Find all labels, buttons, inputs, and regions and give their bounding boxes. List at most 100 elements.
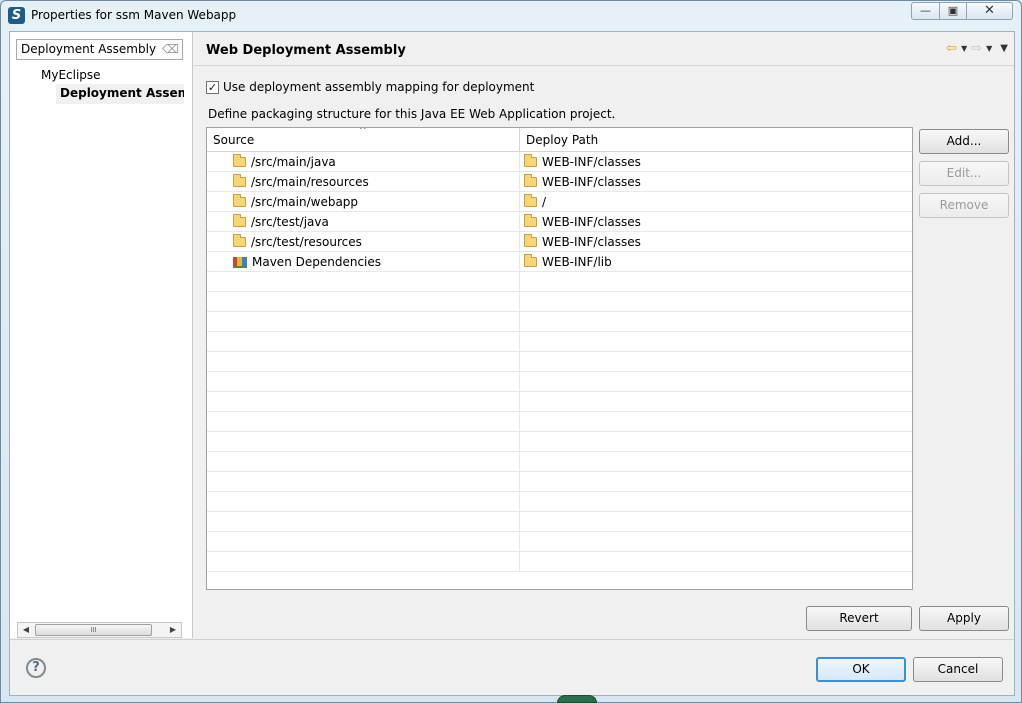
- page-header: Web Deployment Assembly ⇦ ▼ ⇨ ▼ ▼: [194, 32, 1014, 66]
- empty-cell: [520, 272, 910, 292]
- scroll-right-icon[interactable]: ▶: [165, 623, 181, 637]
- properties-dialog: S Properties for ssm Maven Webapp — ▣ ✕ …: [0, 0, 1022, 703]
- empty-cell: [207, 492, 520, 512]
- back-arrow-icon[interactable]: ⇦: [946, 41, 957, 56]
- myeclipse-app-icon: S: [8, 7, 25, 24]
- window-controls: — ▣ ✕: [911, 2, 1013, 20]
- table-row[interactable]: /src/main/webapp /: [207, 192, 912, 212]
- edit-button[interactable]: Edit...: [919, 161, 1009, 186]
- deploy-path: WEB-INF/classes: [542, 155, 641, 169]
- apply-button[interactable]: Apply: [919, 606, 1009, 631]
- scroll-thumb[interactable]: III: [35, 624, 152, 636]
- window-title: Properties for ssm Maven Webapp: [31, 8, 237, 22]
- forward-arrow-icon[interactable]: ⇨: [971, 41, 982, 56]
- scroll-left-icon[interactable]: ◀: [18, 623, 34, 637]
- deploy-path: WEB-INF/classes: [542, 175, 641, 189]
- empty-cell: [207, 292, 520, 312]
- sort-ascending-icon: ^: [359, 127, 367, 136]
- eraser-icon[interactable]: ⌫: [162, 42, 179, 56]
- empty-cell: [520, 312, 910, 332]
- deploy-path-cell: WEB-INF/classes: [520, 152, 910, 172]
- empty-cell: [207, 272, 520, 292]
- empty-cell: [207, 532, 520, 552]
- revert-button[interactable]: Revert: [806, 606, 912, 631]
- empty-cell: [520, 552, 910, 572]
- library-icon: [233, 256, 247, 268]
- deploy-path: /: [542, 195, 547, 209]
- empty-table-row: [207, 432, 912, 452]
- source-path: /src/test/java: [251, 215, 329, 229]
- close-button[interactable]: ✕: [967, 2, 1013, 20]
- column-header-deploy-path[interactable]: Deploy Path: [520, 128, 912, 151]
- back-dropdown-icon[interactable]: ▼: [961, 44, 967, 53]
- view-menu-icon[interactable]: ▼: [1000, 43, 1008, 54]
- table-row[interactable]: Maven Dependencies WEB-INF/lib: [207, 252, 912, 272]
- source-cell: Maven Dependencies: [207, 252, 520, 272]
- empty-table-row: [207, 552, 912, 572]
- source-cell: /src/main/webapp: [207, 192, 520, 212]
- help-icon[interactable]: ?: [26, 658, 46, 678]
- empty-cell: [207, 432, 520, 452]
- column-header-source[interactable]: Source ^: [207, 128, 520, 151]
- table-body: /src/main/java WEB-INF/classes/src/main/r…: [207, 152, 912, 572]
- add-button[interactable]: Add...: [919, 129, 1009, 154]
- tree-item-myeclipse[interactable]: MyEclipse: [41, 68, 101, 82]
- source-path: /src/main/java: [251, 155, 336, 169]
- empty-table-row: [207, 492, 912, 512]
- empty-cell: [520, 532, 910, 552]
- history-controls: ⇦ ▼ ⇨ ▼ ▼: [946, 41, 1008, 56]
- empty-cell: [207, 312, 520, 332]
- column-header-source-label: Source: [213, 133, 255, 147]
- source-cell: /src/main/resources: [207, 172, 520, 192]
- deployment-mapping-label: Use deployment assembly mapping for depl…: [223, 80, 535, 94]
- table-row[interactable]: /src/main/resources WEB-INF/classes: [207, 172, 912, 192]
- folder-icon: [524, 154, 537, 167]
- ok-button[interactable]: OK: [816, 657, 906, 682]
- folder-icon: [233, 234, 246, 247]
- dialog-footer: ? OK Cancel: [10, 639, 1014, 695]
- empty-table-row: [207, 512, 912, 532]
- deploy-path: WEB-INF/lib: [542, 255, 612, 269]
- folder-icon: [524, 214, 537, 227]
- empty-cell: [207, 472, 520, 492]
- cancel-button[interactable]: Cancel: [913, 657, 1003, 682]
- deploy-path-cell: WEB-INF/lib: [520, 252, 910, 272]
- table-row[interactable]: /src/main/java WEB-INF/classes: [207, 152, 912, 172]
- empty-table-row: [207, 352, 912, 372]
- deploy-path-cell: /: [520, 192, 910, 212]
- empty-table-row: [207, 292, 912, 312]
- maximize-button[interactable]: ▣: [940, 2, 967, 20]
- remove-button[interactable]: Remove: [919, 193, 1009, 218]
- dialog-client-area: Deployment Assembly ⌫ MyEclipse Deployme…: [9, 31, 1015, 696]
- empty-table-row: [207, 372, 912, 392]
- page-title: Web Deployment Assembly: [206, 43, 406, 58]
- source-path: Maven Dependencies: [252, 255, 382, 269]
- tree-item-deployment-assembly[interactable]: Deployment Assembly: [56, 84, 184, 104]
- property-pages-nav: Deployment Assembly ⌫ MyEclipse Deployme…: [10, 32, 193, 638]
- empty-cell: [520, 332, 910, 352]
- empty-cell: [520, 412, 910, 432]
- folder-icon: [233, 174, 246, 187]
- table-row[interactable]: /src/test/resources WEB-INF/classes: [207, 232, 912, 252]
- forward-dropdown-icon[interactable]: ▼: [986, 44, 992, 53]
- source-cell: /src/main/java: [207, 152, 520, 172]
- empty-table-row: [207, 532, 912, 552]
- folder-icon: [524, 174, 537, 187]
- title-bar: S Properties for ssm Maven Webapp — ▣ ✕: [1, 1, 1021, 29]
- empty-table-row: [207, 272, 912, 292]
- nav-horizontal-scrollbar[interactable]: ◀ III ▶: [17, 622, 182, 638]
- deployment-mapping-option[interactable]: ✓ Use deployment assembly mapping for de…: [206, 80, 534, 94]
- folder-icon: [233, 214, 246, 227]
- table-row[interactable]: /src/test/java WEB-INF/classes: [207, 212, 912, 232]
- empty-cell: [207, 352, 520, 372]
- page-description: Define packaging structure for this Java…: [208, 107, 616, 121]
- minimize-button[interactable]: —: [911, 2, 940, 20]
- deploy-path: WEB-INF/classes: [542, 235, 641, 249]
- empty-cell: [207, 392, 520, 412]
- folder-icon: [524, 234, 537, 247]
- empty-cell: [207, 372, 520, 392]
- deployment-mapping-checkbox[interactable]: ✓: [206, 80, 219, 94]
- empty-table-row: [207, 472, 912, 492]
- filter-input[interactable]: Deployment Assembly ⌫: [16, 39, 183, 60]
- empty-cell: [520, 372, 910, 392]
